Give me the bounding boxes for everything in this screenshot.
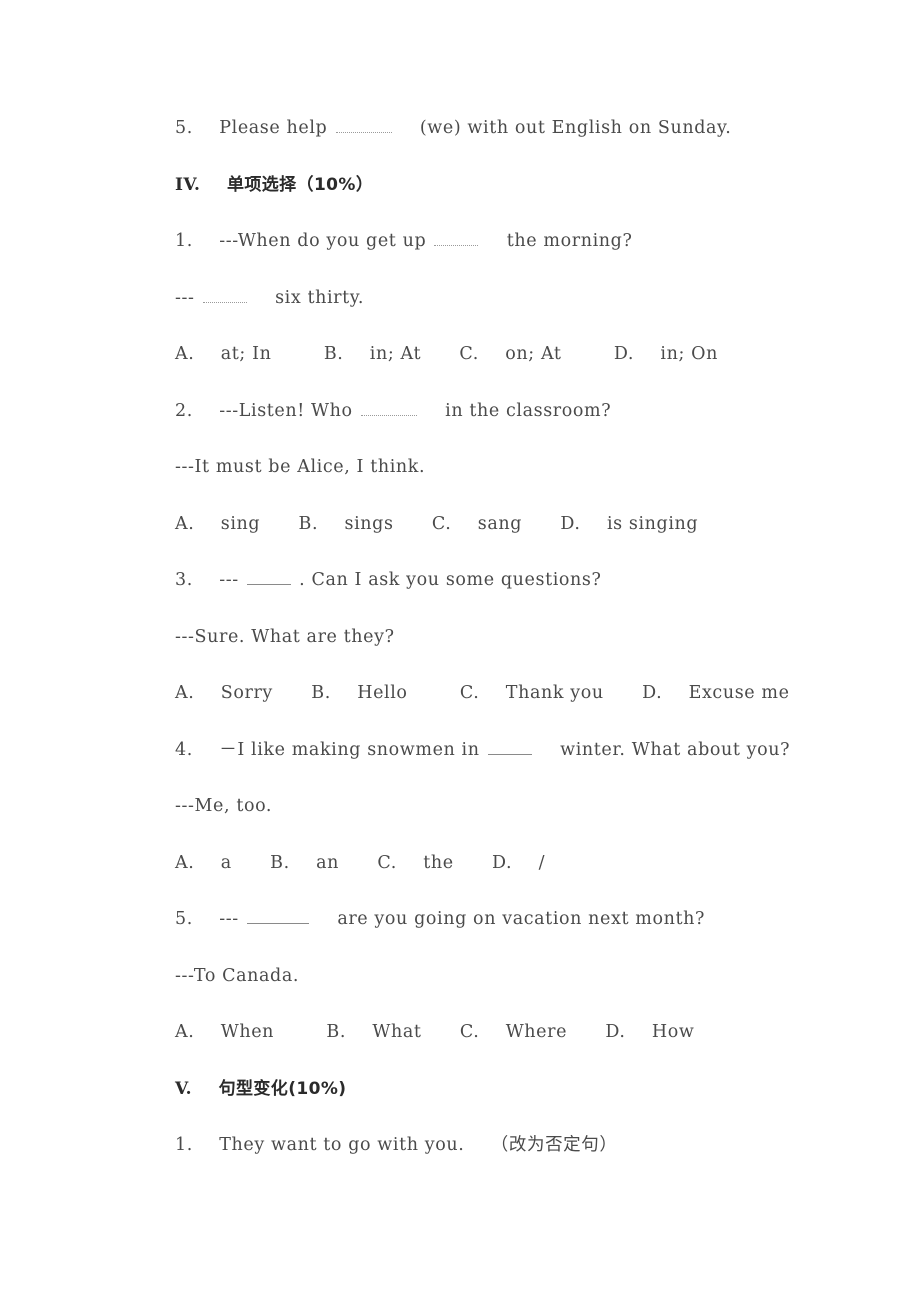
option-text[interactable]: Where bbox=[506, 1022, 567, 1042]
option-letter: B. bbox=[323, 344, 344, 364]
fill-in-blank[interactable] bbox=[487, 739, 532, 755]
question-number: 3. bbox=[175, 570, 193, 590]
dialogue-dash: --- bbox=[219, 570, 239, 590]
question-5-prompt: 5. --- are you going on vacation next mo… bbox=[175, 891, 740, 948]
option-letter: C. bbox=[431, 513, 452, 534]
option-letter: A. bbox=[175, 1022, 195, 1042]
option-letter: B. bbox=[298, 513, 319, 534]
question-text-after-blank: the morning? bbox=[506, 231, 633, 251]
question-text-before-blank: ---When do you get up bbox=[219, 231, 427, 251]
option-text[interactable]: How bbox=[652, 1022, 695, 1042]
option-letter: A. bbox=[175, 683, 195, 703]
option-letter: A. bbox=[175, 513, 195, 534]
option-text[interactable]: / bbox=[539, 853, 546, 873]
question-3-answer-line: ---Sure. What are they? bbox=[175, 609, 740, 666]
section-heading-4: IV. 单项选择（10%） bbox=[175, 157, 740, 214]
option-letter: D. bbox=[560, 513, 581, 534]
fill-in-blank[interactable] bbox=[202, 287, 247, 303]
option-text[interactable]: the bbox=[423, 853, 453, 873]
question-number: 1. bbox=[175, 231, 193, 251]
option-letter: B. bbox=[326, 1022, 347, 1042]
section-title: 单项选择（10%） bbox=[226, 174, 374, 195]
question-1-prompt: 1. ---When do you get up the morning? bbox=[175, 213, 740, 270]
question-instruction: （改为否定句） bbox=[490, 1135, 618, 1155]
option-letter: D. bbox=[492, 852, 513, 873]
question-4-answer-line: ---Me, too. bbox=[175, 778, 740, 835]
option-letter: C. bbox=[459, 344, 479, 364]
dialogue-dash: --- bbox=[219, 909, 239, 929]
question-text-after-blank: . Can I ask you some questions? bbox=[299, 570, 602, 590]
option-letter: B. bbox=[311, 683, 331, 703]
option-letter: B. bbox=[270, 852, 290, 873]
fill-in-blank[interactable] bbox=[246, 908, 309, 924]
answer-text: ---It must be Alice, I think. bbox=[175, 457, 426, 477]
question-text-after-blank: (we) with out English on Sunday. bbox=[419, 118, 732, 138]
section-numeral: V. bbox=[175, 1078, 192, 1099]
option-text[interactable]: Sorry bbox=[221, 683, 273, 703]
question-text-after-blank: in the classroom? bbox=[445, 400, 612, 421]
option-text[interactable]: is singing bbox=[607, 514, 698, 534]
question-text-before-blank: －I like making snowmen in bbox=[219, 739, 480, 760]
option-text[interactable]: When bbox=[221, 1022, 274, 1042]
section-title: 句型变化(10%) bbox=[218, 1078, 347, 1099]
option-text[interactable]: in; On bbox=[660, 344, 718, 364]
answer-text: ---Me, too. bbox=[175, 796, 273, 816]
section-5-question-1: 1. They want to go with you. （改为否定句） bbox=[175, 1117, 740, 1174]
fill-in-blank[interactable] bbox=[434, 230, 479, 246]
question-4-prompt: 4. －I like making snowmen in winter. Wha… bbox=[175, 722, 790, 779]
question-number: 5. bbox=[175, 909, 193, 929]
option-text[interactable]: What bbox=[372, 1022, 421, 1042]
option-text[interactable]: Hello bbox=[357, 683, 407, 703]
question-number: 1. bbox=[175, 1135, 193, 1155]
option-letter: A. bbox=[175, 344, 195, 364]
question-1-options: A. at; In B. in; At C. on; At D. in; On bbox=[175, 326, 740, 383]
option-letter: D. bbox=[605, 1022, 626, 1042]
document-page: 5. Please help (we) with out English on … bbox=[0, 0, 920, 1302]
fill-in-blank[interactable] bbox=[335, 117, 392, 133]
option-text[interactable]: at; In bbox=[221, 344, 272, 364]
question-1-answer-line: --- six thirty. bbox=[175, 270, 740, 327]
fill-in-blank[interactable] bbox=[360, 400, 417, 416]
section-numeral: IV. bbox=[175, 174, 201, 195]
option-letter: C. bbox=[377, 852, 397, 873]
answer-text: ---To Canada. bbox=[175, 965, 300, 986]
question-3-options: A. Sorry B. Hello C. Thank you D. Excuse… bbox=[175, 665, 789, 722]
option-text[interactable]: in; At bbox=[370, 344, 421, 364]
question-2-options: A. sing B. sings C. sang D. is singing bbox=[175, 496, 740, 553]
option-text[interactable]: a bbox=[221, 853, 232, 873]
question-number: 5. bbox=[175, 118, 193, 138]
option-text[interactable]: on; At bbox=[505, 344, 561, 364]
question-2-answer-line: ---It must be Alice, I think. bbox=[175, 439, 740, 496]
option-letter: A. bbox=[175, 852, 195, 873]
option-text[interactable]: Thank you bbox=[506, 683, 604, 703]
question-number: 4. bbox=[175, 739, 193, 760]
answer-text: six thirty. bbox=[275, 287, 365, 308]
carryover-question-5: 5. Please help (we) with out English on … bbox=[175, 100, 740, 157]
option-letter: D. bbox=[613, 344, 635, 364]
answer-text: ---Sure. What are they? bbox=[175, 626, 395, 647]
section-heading-5: V. 句型变化(10%) bbox=[175, 1061, 740, 1118]
question-4-options: A. a B. an C. the D. / bbox=[175, 835, 740, 892]
question-sentence: They want to go with you. bbox=[219, 1135, 465, 1155]
question-3-prompt: 3. --- . Can I ask you some questions? bbox=[175, 552, 740, 609]
question-text-before-blank: ---Listen! Who bbox=[219, 400, 353, 421]
question-text-before-blank: Please help bbox=[219, 118, 328, 138]
question-2-prompt: 2. ---Listen! Who in the classroom? bbox=[175, 383, 740, 440]
option-text[interactable]: sings bbox=[345, 514, 394, 534]
option-letter: D. bbox=[642, 683, 663, 703]
dialogue-dash: --- bbox=[175, 287, 195, 308]
option-letter: C. bbox=[459, 1022, 480, 1042]
option-letter: C. bbox=[459, 683, 480, 703]
option-text[interactable]: sing bbox=[221, 514, 260, 534]
fill-in-blank[interactable] bbox=[246, 569, 291, 585]
question-text-after-blank: winter. What about you? bbox=[560, 739, 791, 760]
question-5-options: A. When B. What C. Where D. How bbox=[175, 1004, 740, 1061]
option-text[interactable]: Excuse me bbox=[689, 683, 790, 703]
option-text[interactable]: sang bbox=[478, 514, 522, 534]
question-text-after-blank: are you going on vacation next month? bbox=[337, 909, 705, 929]
option-text[interactable]: an bbox=[316, 853, 339, 873]
question-5-answer-line: ---To Canada. bbox=[175, 948, 740, 1005]
question-number: 2. bbox=[175, 400, 193, 421]
